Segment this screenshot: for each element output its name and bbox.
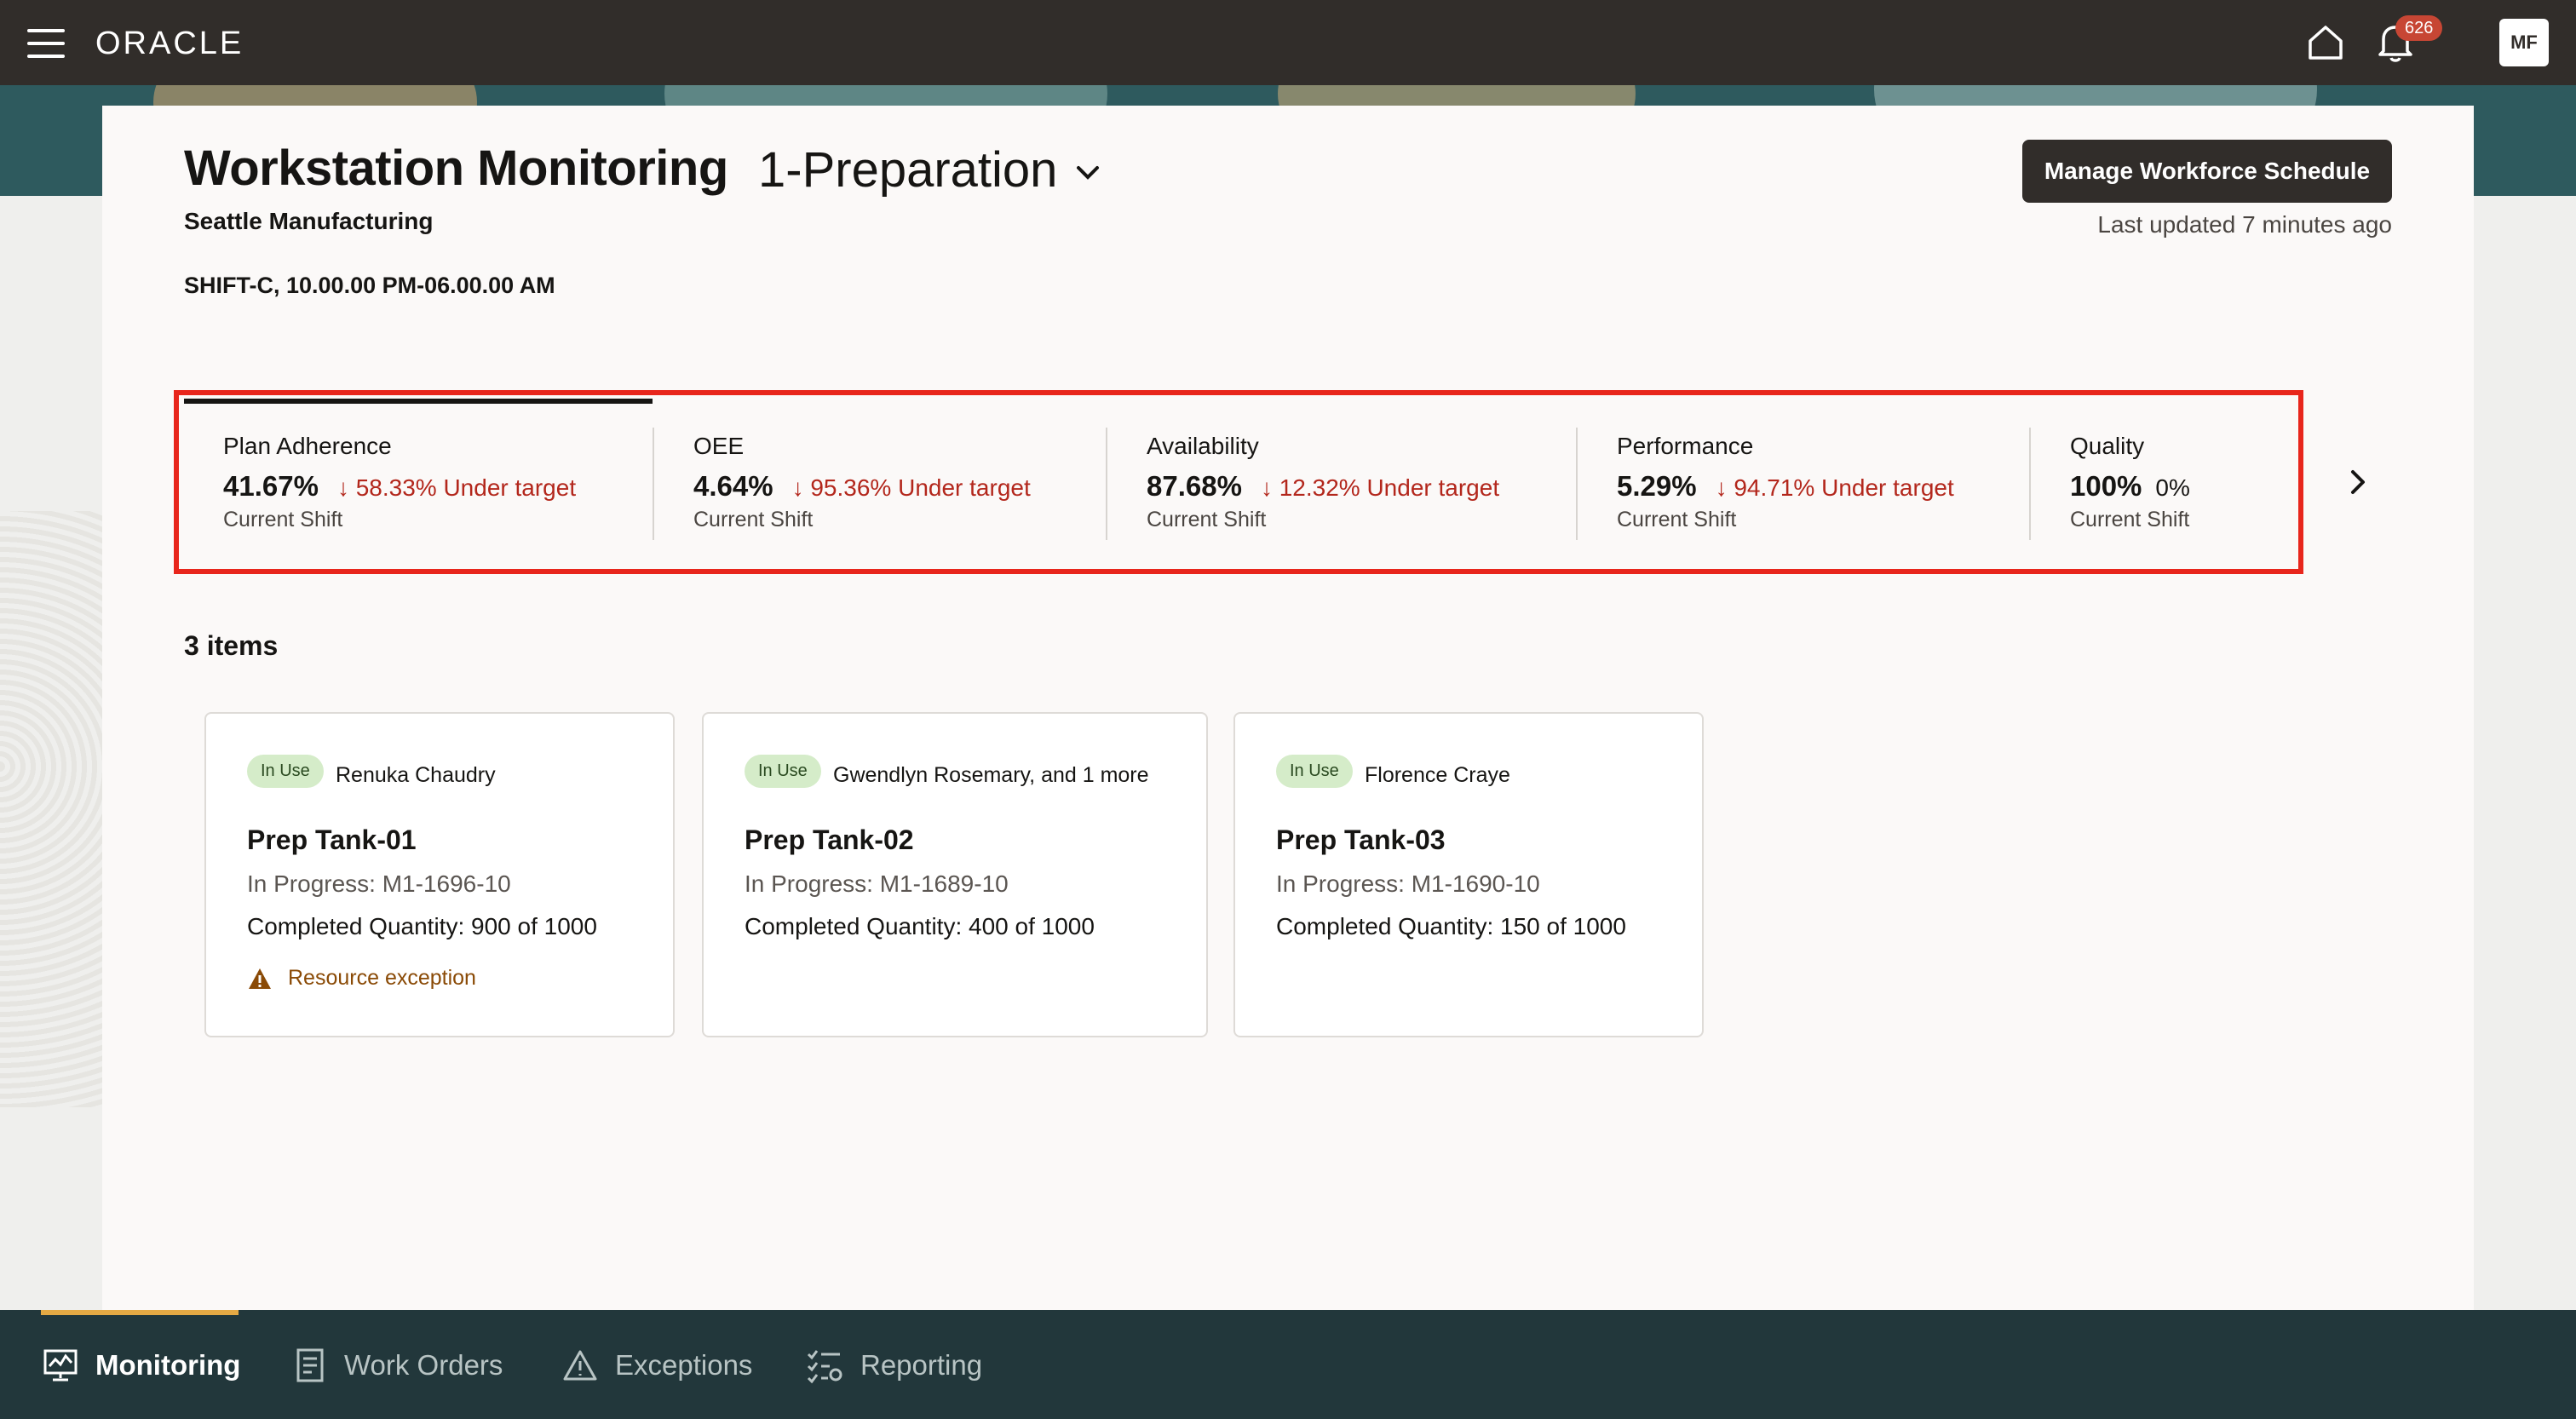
kpi-subtitle: Current Shift [2070, 508, 2190, 531]
card-title: Prep Tank-03 [1276, 824, 1446, 855]
top-header: ORACLE 626 MF [0, 0, 2576, 85]
kpi-value: 87.68% [1147, 470, 1242, 502]
kpi-label: Plan Adherence [223, 433, 392, 459]
organization-name: Seattle Manufacturing [184, 208, 434, 234]
bottom-navigation: Monitoring Work Orders Exceptions Report… [0, 1310, 2576, 1419]
stage-selector[interactable]: 1-Preparation [758, 141, 1100, 198]
status-badge: In Use [247, 755, 324, 788]
kpi-delta: 0% [2155, 474, 2190, 501]
work-order-status: In Progress: M1-1690-10 [1276, 870, 1540, 897]
kpi-performance[interactable]: Performance 5.29% ↓ 94.71% Under target … [1617, 428, 2043, 540]
kpi-subtitle: Current Shift [1617, 508, 1737, 531]
workstation-card-prep-tank-02[interactable]: In Use Gwendlyn Rosemary, and 1 more Pre… [702, 712, 1208, 1037]
kpi-availability[interactable]: Availability 87.68% ↓ 12.32% Under targe… [1147, 428, 1590, 540]
kpi-delta: ↓ 94.71% Under target [1715, 474, 1954, 501]
card-title: Prep Tank-01 [247, 824, 417, 855]
resource-exception-link[interactable]: Resource exception [247, 966, 476, 991]
kpi-divider [1106, 428, 1107, 540]
kpi-value: 100% [2070, 470, 2142, 502]
card-title: Prep Tank-02 [745, 824, 914, 855]
kpi-delta: ↓ 12.32% Under target [1260, 474, 1500, 501]
kpi-subtitle: Current Shift [223, 508, 343, 531]
kpi-oee[interactable]: OEE 4.64% ↓ 95.36% Under target Current … [693, 428, 1119, 540]
workstation-card-prep-tank-03[interactable]: In Use Florence Craye Prep Tank-03 In Pr… [1233, 712, 1704, 1037]
checklist-settings-icon [807, 1350, 842, 1383]
decorative-pattern [0, 511, 102, 1107]
kpi-quality[interactable]: Quality 100% 0% Current Shift [2070, 428, 2291, 540]
kpi-active-indicator [184, 399, 653, 404]
oracle-logo[interactable]: ORACLE [95, 26, 244, 62]
nav-tab-exceptions[interactable]: Exceptions [562, 1344, 752, 1387]
kpi-delta: ↓ 95.36% Under target [791, 474, 1031, 501]
kpi-label: Performance [1617, 433, 1754, 459]
nav-label: Monitoring [95, 1349, 241, 1381]
kpi-divider [1576, 428, 1578, 540]
operator-name: Gwendlyn Rosemary, and 1 more [833, 763, 1149, 787]
nav-label: Work Orders [344, 1349, 503, 1381]
nav-tab-reporting[interactable]: Reporting [806, 1344, 982, 1387]
active-tab-indicator [41, 1310, 239, 1315]
operator-name: Renuka Chaudry [336, 763, 496, 787]
kpi-label: Availability [1147, 433, 1259, 459]
status-badge: In Use [1276, 755, 1353, 788]
kpi-delta: ↓ 58.33% Under target [336, 474, 577, 501]
status-badge: In Use [745, 755, 821, 788]
kpi-label: OEE [693, 433, 745, 459]
completed-quantity: Completed Quantity: 150 of 1000 [1276, 913, 1626, 939]
nav-label: Exceptions [615, 1349, 753, 1381]
warning-icon [563, 1350, 597, 1381]
kpi-subtitle: Current Shift [693, 508, 814, 531]
kpi-plan-adherence[interactable]: Plan Adherence 41.67% ↓ 58.33% Under tar… [223, 428, 666, 540]
nav-tab-work-orders[interactable]: Work Orders [293, 1344, 503, 1387]
notification-count-badge: 626 [2395, 15, 2443, 41]
kpi-value: 4.64% [693, 470, 773, 502]
nav-tab-monitoring[interactable]: Monitoring [43, 1344, 240, 1387]
exception-label: Resource exception [288, 966, 476, 990]
kpi-subtitle: Current Shift [1147, 508, 1267, 531]
manage-workforce-schedule-button[interactable]: Manage Workforce Schedule [2022, 140, 2392, 203]
page-title: Workstation Monitoring [184, 141, 728, 196]
workstation-card-prep-tank-01[interactable]: In Use Renuka Chaudry Prep Tank-01 In Pr… [204, 712, 675, 1037]
last-updated-text: Last updated 7 minutes ago [2097, 211, 2392, 238]
chevron-down-icon [1077, 165, 1100, 180]
completed-quantity: Completed Quantity: 900 of 1000 [247, 913, 597, 939]
kpi-value: 5.29% [1617, 470, 1697, 502]
user-avatar[interactable]: MF [2499, 19, 2549, 66]
kpi-divider [2029, 428, 2031, 540]
shift-label: SHIFT-C, 10.00.00 PM-06.00.00 AM [184, 273, 555, 298]
kpi-divider [653, 428, 654, 540]
chevron-right-icon[interactable] [2341, 462, 2375, 503]
menu-icon[interactable] [27, 29, 65, 58]
work-order-status: In Progress: M1-1689-10 [745, 870, 1009, 897]
items-count: 3 items [184, 630, 279, 661]
main-panel: Workstation Monitoring 1-Preparation Sea… [102, 106, 2474, 1310]
kpi-label: Quality [2070, 433, 2145, 459]
warning-icon [249, 968, 271, 989]
operator-name: Florence Craye [1365, 763, 1510, 787]
completed-quantity: Completed Quantity: 400 of 1000 [745, 913, 1095, 939]
home-icon[interactable] [2305, 22, 2346, 63]
nav-label: Reporting [860, 1349, 983, 1381]
monitor-chart-icon [43, 1349, 78, 1382]
document-icon [296, 1348, 324, 1382]
kpi-value: 41.67% [223, 470, 319, 502]
work-order-status: In Progress: M1-1696-10 [247, 870, 511, 897]
stage-selector-value: 1-Preparation [758, 142, 1058, 198]
